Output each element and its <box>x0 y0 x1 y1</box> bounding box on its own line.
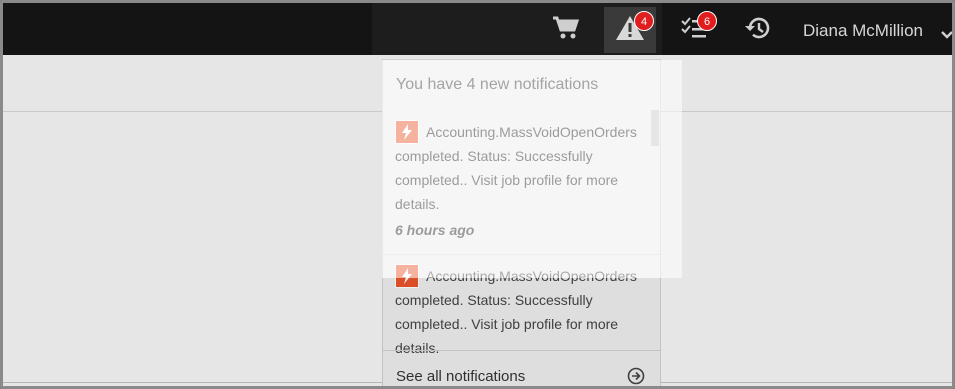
top-navigation-bar: 4 6 Diana McMillion <box>3 3 952 55</box>
bolt-icon <box>395 120 419 144</box>
chevron-down-icon[interactable] <box>940 25 952 44</box>
tasks-count-badge: 6 <box>697 11 717 31</box>
history-button[interactable] <box>735 7 781 53</box>
notification-item[interactable]: Accounting.MassVoidOpenOrders completed.… <box>395 120 645 242</box>
alerts-count-badge: 4 <box>634 11 654 31</box>
cart-icon <box>552 15 580 45</box>
arrow-circle-right-icon <box>627 367 645 386</box>
notification-divider <box>383 254 660 255</box>
see-all-label: See all notifications <box>396 368 526 385</box>
notifications-dropdown: You have 4 new notifications Accounting.… <box>382 59 661 386</box>
see-all-notifications-link[interactable]: See all notifications <box>383 350 660 386</box>
notification-text: Accounting.MassVoidOpenOrders completed.… <box>395 268 637 356</box>
scrollbar-thumb[interactable] <box>651 110 659 146</box>
app-window: 4 6 Diana McMillion You have 4 new notif… <box>0 0 955 389</box>
notification-text: Accounting.MassVoidOpenOrders completed.… <box>395 124 637 212</box>
notification-item[interactable]: Accounting.MassVoidOpenOrders completed.… <box>395 264 645 360</box>
history-icon <box>744 15 772 45</box>
user-menu-name[interactable]: Diana McMillion <box>803 21 923 41</box>
notifications-heading: You have 4 new notifications <box>396 76 599 93</box>
bolt-icon <box>395 264 419 288</box>
cart-button[interactable] <box>543 7 589 53</box>
notification-time: 6 hours ago <box>395 222 475 238</box>
